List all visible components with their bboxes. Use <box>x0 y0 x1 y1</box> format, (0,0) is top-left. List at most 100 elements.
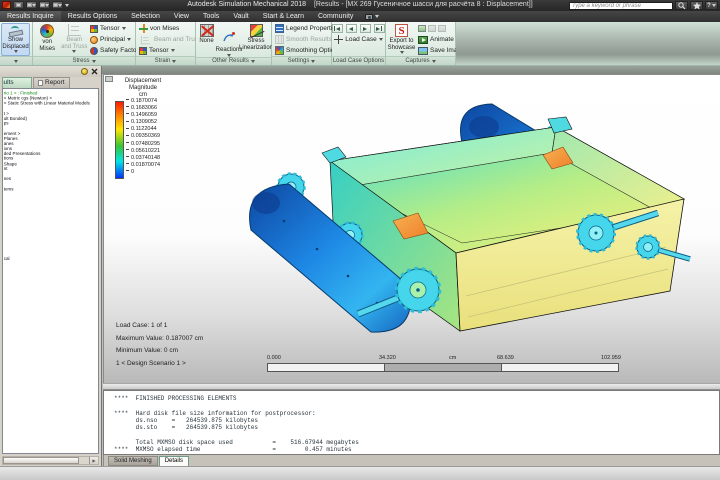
results-legend[interactable]: Displacement Magnitude cm <box>112 78 202 99</box>
beam-truss-icon <box>67 24 81 36</box>
tab-solid-meshing[interactable]: Solid Meshing <box>108 456 158 466</box>
legend-tick-labels: 0.1870074 0.1683066 0.1496059 0.1309052 0.11… <box>126 98 160 176</box>
scroll-right-arrow-icon[interactable] <box>89 457 98 464</box>
search-input[interactable] <box>569 1 673 10</box>
ribbon-tab[interactable]: View <box>167 11 196 22</box>
customize-qat-icon[interactable] <box>65 3 69 7</box>
model-viewport[interactable]: Displacement Magnitude cm 0.1870074 0.168… <box>103 74 720 383</box>
scrollbar-thumb[interactable] <box>3 457 79 464</box>
capture-option2-icon[interactable] <box>438 25 446 32</box>
tab-results[interactable]: Results <box>2 77 32 88</box>
stress-principal-button[interactable]: Principal <box>88 34 134 45</box>
capture-view-icon[interactable] <box>418 25 426 32</box>
ribbon-group-displaced: Show Displaced <box>0 22 33 65</box>
screen-capture-menu[interactable] <box>360 11 384 22</box>
search-icon[interactable] <box>675 1 688 10</box>
animate-icon <box>418 35 428 44</box>
selection-tool-icon[interactable] <box>26 1 37 9</box>
tab-report[interactable]: Report <box>33 77 70 88</box>
group-label-other-results[interactable]: Other Results <box>196 56 271 65</box>
stress-tensor-button[interactable]: Tensor <box>88 23 134 34</box>
next-load-case-button[interactable] <box>359 24 371 33</box>
group-label-settings[interactable]: Settings <box>272 56 331 65</box>
strain-beam-truss-label: Beam and Truss <box>154 36 202 43</box>
favorites-star-icon[interactable] <box>690 1 703 10</box>
showcase-icon: S <box>395 24 408 37</box>
ribbon-tab[interactable]: Results Options <box>61 11 124 22</box>
stress-linearization-button[interactable]: Stress Linearization <box>239 23 273 57</box>
legend-color-bar[interactable] <box>115 101 124 179</box>
output-log-panel[interactable]: **** FINISHED PROCESSING ELEMENTS **** H… <box>103 390 720 455</box>
ribbon-tab[interactable]: Selection <box>124 11 167 22</box>
browser-tree[interactable]: rio 1 > : Finished < Metric cgs (Newton)… <box>2 88 99 454</box>
application-menu-icon[interactable] <box>2 1 11 9</box>
tree-horizontal-scrollbar[interactable] <box>2 456 99 465</box>
show-displaced-button[interactable]: Show Displaced <box>1 23 30 56</box>
none-button[interactable]: None <box>197 23 216 57</box>
legend-tick-value: 0.07480295 <box>126 141 160 148</box>
stress-beam-truss-button[interactable]: Beam and Truss <box>61 23 88 56</box>
browser-tabs: Results Report <box>2 77 70 88</box>
scale-ruler: 0.000 34.320 cm 68.639 102.959 <box>267 355 627 377</box>
document-title: [Results - [MX 269 Гусеничное шасси для … <box>313 1 533 8</box>
save-image-button[interactable]: Save Image <box>416 45 465 56</box>
scenario-text: 1 < Design Scenario 1 > <box>116 359 186 367</box>
strain-tensor-button[interactable]: Tensor <box>137 45 194 56</box>
new-document-icon[interactable] <box>13 1 24 9</box>
save-image-icon <box>418 46 428 55</box>
smooth-results-label: Smooth Results <box>286 36 332 43</box>
horizontal-splitter[interactable] <box>103 383 720 390</box>
beam-truss-label: Beam and Truss <box>61 37 88 50</box>
stress-safety-factor-button[interactable]: Safety Factor <box>88 45 145 56</box>
close-icon[interactable] <box>91 68 98 75</box>
title-bar: Autodesk Simulation Mechanical 2018 [Res… <box>0 0 720 11</box>
principal-label: Principal <box>100 36 125 43</box>
undo-icon[interactable] <box>39 1 50 9</box>
legend-subtitle: Magnitude <box>128 85 158 91</box>
browser-panel: Results Report rio 1 > : Finished < Metr… <box>0 66 102 467</box>
smooth-results-button[interactable]: Smooth Results <box>273 34 332 45</box>
help-icon[interactable]: ? <box>705 1 718 10</box>
ribbon-tab[interactable]: Results Inquire <box>0 11 61 22</box>
legend-properties-button[interactable]: Legend Properties <box>273 23 339 34</box>
ribbon-group-stress: von Mises Beam and Truss Tensor Principa… <box>33 22 145 65</box>
smoothing-options-icon <box>275 46 284 55</box>
redo-icon[interactable] <box>52 1 63 9</box>
group-label-strain[interactable]: Strain <box>136 56 195 65</box>
last-load-case-button[interactable] <box>373 24 385 33</box>
von-mises-label: von Mises <box>39 39 56 52</box>
ribbon-group-load-case: Load Case Load Case Options <box>331 22 386 65</box>
window-background-strip <box>0 66 720 74</box>
ribbon: Show Displaced von Mises Beam and Truss <box>0 22 720 66</box>
legend-tick-value: 0 <box>126 169 160 176</box>
model-3d-view[interactable] <box>222 91 714 369</box>
animate-button[interactable]: Animate <box>416 34 460 45</box>
stress-von-mises-button[interactable]: von Mises <box>34 23 61 56</box>
capture-option-icon[interactable] <box>428 25 436 32</box>
group-label-captures[interactable]: Captures <box>386 56 455 65</box>
tree-item[interactable]: cal <box>4 256 98 261</box>
group-label-stress[interactable]: Stress <box>33 56 135 65</box>
show-displaced-label: Show Displaced <box>2 37 29 50</box>
max-value-text: Maximum Value: 0.187007 cm <box>116 334 204 342</box>
tab-details[interactable]: Details <box>158 456 190 466</box>
von-mises-icon <box>40 24 55 38</box>
group-label-displaced[interactable] <box>0 56 32 65</box>
previous-load-case-button[interactable] <box>345 24 357 33</box>
smoothing-options-button[interactable]: Smoothing Options <box>273 45 341 56</box>
ribbon-group-other-results: None Reactions Stress Linearization Othe… <box>196 22 273 65</box>
ribbon-group-strain: von Mises Beam and Truss Tensor Strain <box>136 22 208 65</box>
first-load-case-button[interactable] <box>331 24 343 33</box>
load-case-button[interactable]: Load Case <box>332 34 384 45</box>
ribbon-tab[interactable]: Community <box>311 11 360 22</box>
strain-beam-truss-button[interactable]: Beam and Truss <box>137 34 208 45</box>
ribbon-tab[interactable]: Start & Learn <box>256 11 311 22</box>
strain-von-mises-button[interactable]: von Mises <box>137 23 194 34</box>
ribbon-tab[interactable]: Vault <box>226 11 255 22</box>
legend-tick-value: 0.1496059 <box>126 112 160 119</box>
tree-item[interactable]: < Static Stress with Linear Material Mod… <box>4 101 98 106</box>
legend-tick-value: 0.1870074 <box>126 98 160 105</box>
export-to-showcase-button[interactable]: S Export to Showcase <box>387 23 416 56</box>
ribbon-tab[interactable]: Tools <box>196 11 226 22</box>
pin-icon[interactable] <box>81 68 88 75</box>
